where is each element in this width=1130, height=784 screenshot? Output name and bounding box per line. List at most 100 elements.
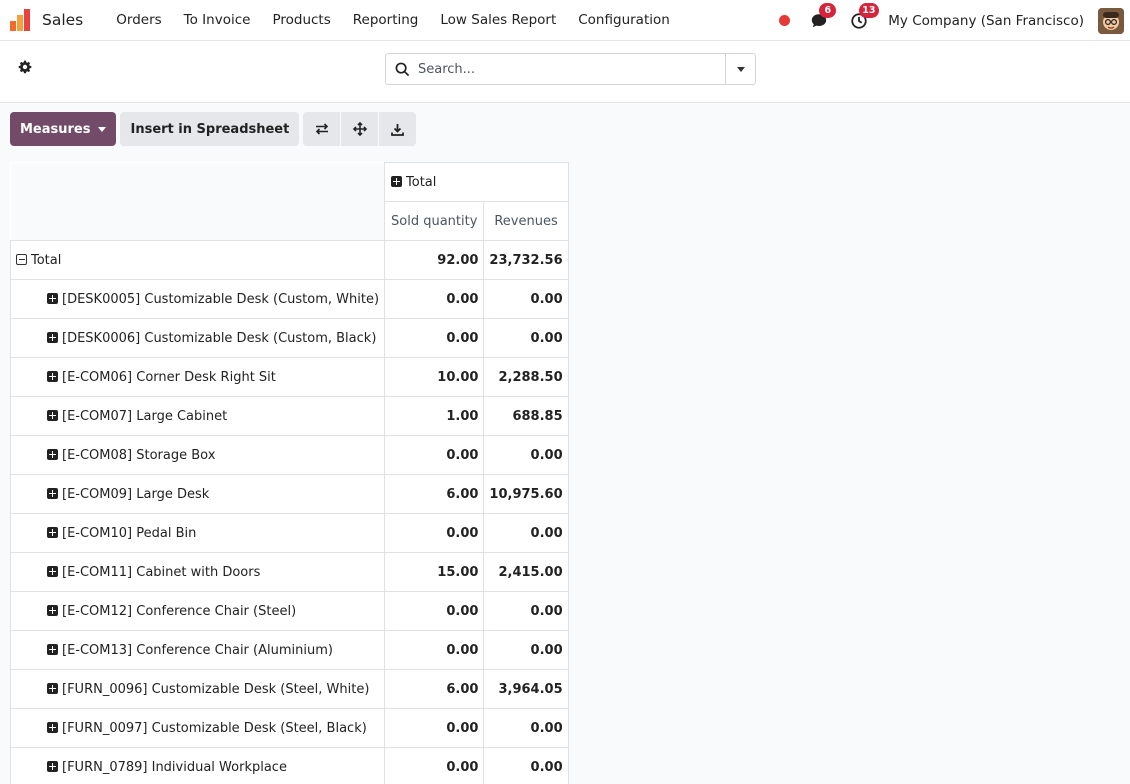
row-header[interactable]: [FURN_0789] Individual Workplace xyxy=(9,747,386,784)
menu-configuration[interactable]: Configuration xyxy=(567,12,681,28)
row-header[interactable]: [FURN_0097] Customizable Desk (Steel, Bl… xyxy=(9,708,386,748)
measure-header[interactable]: Revenues xyxy=(483,201,569,241)
arrows-move-icon xyxy=(352,122,367,136)
row-header[interactable]: [E-COM13] Conference Chair (Aluminium) xyxy=(9,630,386,670)
cell-qty[interactable]: 0.00 xyxy=(384,279,485,319)
expand-all-button[interactable] xyxy=(341,112,379,146)
row-header[interactable]: [DESK0006] Customizable Desk (Custom, Bl… xyxy=(9,318,386,358)
row-header[interactable]: [E-COM06] Corner Desk Right Sit xyxy=(9,357,386,397)
search-options-toggle[interactable] xyxy=(725,54,755,84)
plus-square-icon xyxy=(47,292,58,304)
table-row: [E-COM07] Large Cabinet 1.00 688.85 xyxy=(9,396,569,436)
company-switcher[interactable]: My Company (San Francisco) xyxy=(888,13,1084,29)
table-row: [FURN_0096] Customizable Desk (Steel, Wh… xyxy=(9,669,569,709)
plus-square-icon xyxy=(47,604,58,616)
row-header[interactable]: [E-COM08] Storage Box xyxy=(9,435,386,475)
row-header[interactable]: [FURN_0096] Customizable Desk (Steel, Wh… xyxy=(9,669,386,709)
cell-revenue[interactable]: 3,964.05 xyxy=(483,669,569,709)
cell-qty[interactable]: 10.00 xyxy=(384,357,485,397)
sales-app-icon[interactable] xyxy=(10,9,32,31)
table-row: [E-COM10] Pedal Bin 0.00 0.00 xyxy=(9,513,569,553)
cell-revenue[interactable]: 0.00 xyxy=(483,591,569,631)
record-icon[interactable] xyxy=(779,15,791,26)
row-header-total[interactable]: Total xyxy=(9,240,386,280)
plus-square-icon xyxy=(47,643,58,655)
cell-qty[interactable]: 6.00 xyxy=(384,669,485,709)
messages-badge: 6 xyxy=(819,2,837,18)
row-header[interactable]: [E-COM10] Pedal Bin xyxy=(9,513,386,553)
cell-qty[interactable]: 1.00 xyxy=(384,396,485,436)
table-row: [DESK0005] Customizable Desk (Custom, Wh… xyxy=(9,279,569,319)
row-header[interactable]: [DESK0005] Customizable Desk (Custom, Wh… xyxy=(9,279,386,319)
cell-revenue[interactable]: 0.00 xyxy=(483,513,569,553)
caret-down-icon xyxy=(736,66,745,72)
menu-low-sales-report[interactable]: Low Sales Report xyxy=(429,12,567,28)
table-row: [DESK0006] Customizable Desk (Custom, Bl… xyxy=(9,318,569,358)
activities-badge: 13 xyxy=(859,2,879,18)
app-name[interactable]: Sales xyxy=(42,11,83,29)
cell-qty[interactable]: 6.00 xyxy=(384,474,485,514)
messages-button[interactable]: 6 xyxy=(808,2,837,32)
cell-qty[interactable]: 0.00 xyxy=(384,318,485,358)
table-row: [E-COM13] Conference Chair (Aluminium) 0.… xyxy=(9,630,569,670)
systray: 6 13 My Company (San Francisco) xyxy=(779,0,1124,41)
plus-square-icon xyxy=(47,487,58,499)
cell-qty[interactable]: 92.00 xyxy=(384,240,485,280)
activities-button[interactable]: 13 xyxy=(848,2,879,32)
minus-square-icon xyxy=(16,253,27,265)
menu-orders[interactable]: Orders xyxy=(105,12,172,28)
swap-arrows-icon xyxy=(315,123,328,135)
download-icon xyxy=(391,123,405,136)
insert-spreadsheet-button[interactable]: Insert in Spreadsheet xyxy=(120,112,300,146)
table-row: [E-COM06] Corner Desk Right Sit 10.00 2,28… xyxy=(9,357,569,397)
cell-revenue[interactable]: 0.00 xyxy=(483,708,569,748)
download-button[interactable] xyxy=(379,112,417,146)
measure-header[interactable]: Sold quantity xyxy=(384,201,485,241)
cell-qty[interactable]: 15.00 xyxy=(384,552,485,592)
gear-icon[interactable] xyxy=(17,59,33,75)
plus-square-icon xyxy=(47,331,58,343)
row-header[interactable]: [E-COM07] Large Cabinet xyxy=(9,396,386,436)
caret-down-icon xyxy=(98,126,107,132)
measures-label: Measures xyxy=(20,121,91,137)
plus-square-icon xyxy=(47,409,58,421)
cell-revenue[interactable]: 0.00 xyxy=(483,747,569,784)
table-row: [E-COM08] Storage Box 0.00 0.00 xyxy=(9,435,569,475)
user-avatar[interactable] xyxy=(1098,7,1124,34)
search-bar xyxy=(385,53,756,85)
cell-qty[interactable]: 0.00 xyxy=(384,708,485,748)
cell-revenue[interactable]: 2,415.00 xyxy=(483,552,569,592)
row-header[interactable]: [E-COM09] Large Desk xyxy=(9,474,386,514)
search-icon xyxy=(386,62,418,77)
cell-revenue[interactable]: 688.85 xyxy=(483,396,569,436)
cell-revenue[interactable]: 0.00 xyxy=(483,318,569,358)
cell-revenue[interactable]: 0.00 xyxy=(483,279,569,319)
pivot-toolbar: Measures Insert in Spreadsheet xyxy=(10,112,417,146)
cell-qty[interactable]: 0.00 xyxy=(384,747,485,784)
plus-square-icon xyxy=(47,565,58,577)
top-navbar: Sales Orders To Invoice Products Reporti… xyxy=(0,0,1130,41)
menu-reporting[interactable]: Reporting xyxy=(342,12,430,28)
table-row: [E-COM11] Cabinet with Doors 15.00 2,415.0… xyxy=(9,552,569,592)
menu-products[interactable]: Products xyxy=(261,12,341,28)
cell-revenue[interactable]: 10,975.60 xyxy=(483,474,569,514)
column-header-total[interactable]: Total xyxy=(384,162,569,202)
cell-qty[interactable]: 0.00 xyxy=(384,591,485,631)
cell-qty[interactable]: 0.00 xyxy=(384,630,485,670)
row-header[interactable]: [E-COM12] Conference Chair (Steel) xyxy=(9,591,386,631)
table-row: [E-COM09] Large Desk 6.00 10,975.60 xyxy=(9,474,569,514)
search-input[interactable] xyxy=(418,54,725,84)
cell-qty[interactable]: 0.00 xyxy=(384,513,485,553)
cell-revenue[interactable]: 0.00 xyxy=(483,630,569,670)
cell-qty[interactable]: 0.00 xyxy=(384,435,485,475)
measures-button[interactable]: Measures xyxy=(10,112,117,146)
cell-revenue[interactable]: 0.00 xyxy=(483,435,569,475)
menu-to-invoice[interactable]: To Invoice xyxy=(173,12,262,28)
plus-square-icon xyxy=(47,721,58,733)
flip-axis-button[interactable] xyxy=(303,112,341,146)
plus-square-icon xyxy=(47,370,58,382)
row-header[interactable]: [E-COM11] Cabinet with Doors xyxy=(9,552,386,592)
cell-revenue[interactable]: 23,732.56 xyxy=(483,240,569,280)
cell-revenue[interactable]: 2,288.50 xyxy=(483,357,569,397)
control-panel xyxy=(0,41,1130,103)
